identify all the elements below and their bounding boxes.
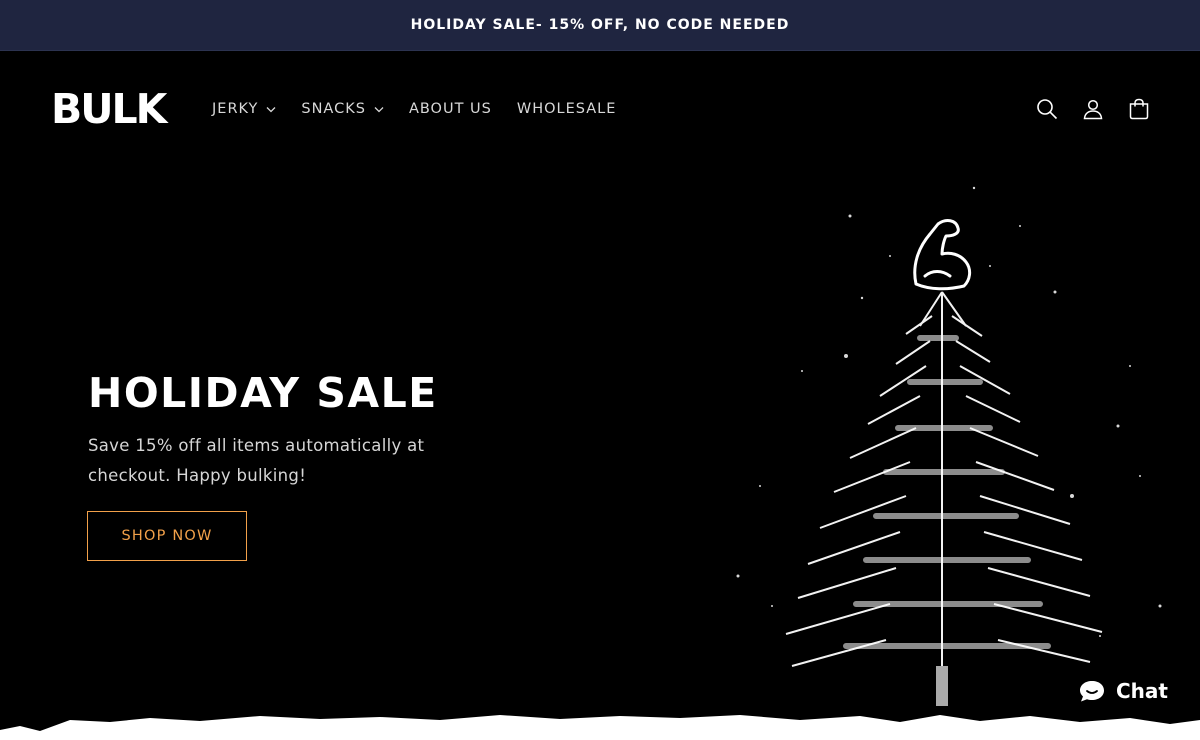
nav-item-label: JERKY: [212, 101, 259, 117]
announcement-bar: HOLIDAY SALE- 15% OFF, NO CODE NEEDED: [0, 0, 1200, 51]
header-icons: [1014, 96, 1152, 122]
chat-button[interactable]: Chat: [1064, 666, 1184, 716]
nav-item-label: SNACKS: [301, 101, 366, 117]
snow-ground-divider: [0, 715, 1200, 740]
hero-title: HOLIDAY SALE: [88, 369, 438, 417]
chat-bubble-icon: [1080, 681, 1104, 702]
chevron-down-icon: [374, 106, 384, 113]
nav-item-label: WHOLESALE: [516, 101, 617, 117]
cart-icon[interactable]: [1126, 96, 1152, 122]
brand-logo[interactable]: BULK: [51, 85, 167, 133]
nav-item-wholesale[interactable]: WHOLESALE: [517, 97, 617, 121]
chat-label: Chat: [1116, 679, 1168, 703]
hero-banner: HOLIDAY SALE Save 15% off all items auto…: [0, 166, 1200, 740]
shop-now-button[interactable]: SHOP NOW: [87, 511, 247, 561]
christmas-tree-illustration: [736, 186, 1162, 706]
account-icon[interactable]: [1080, 96, 1106, 122]
site-header: BULK JERKY SNACKS ABOUT US WHOLESALE: [0, 51, 1200, 166]
nav-item-snacks[interactable]: SNACKS: [301, 97, 384, 121]
announcement-text: HOLIDAY SALE- 15% OFF, NO CODE NEEDED: [410, 17, 790, 33]
hero-subtitle: Save 15% off all items automatically at …: [88, 436, 425, 485]
chevron-down-icon: [266, 106, 276, 113]
nav-item-about-us[interactable]: ABOUT US: [409, 97, 492, 121]
main-nav: JERKY SNACKS ABOUT US WHOLESALE: [212, 97, 641, 121]
nav-item-label: ABOUT US: [408, 101, 492, 117]
nav-item-jerky[interactable]: JERKY: [212, 97, 276, 121]
search-icon[interactable]: [1034, 96, 1060, 122]
